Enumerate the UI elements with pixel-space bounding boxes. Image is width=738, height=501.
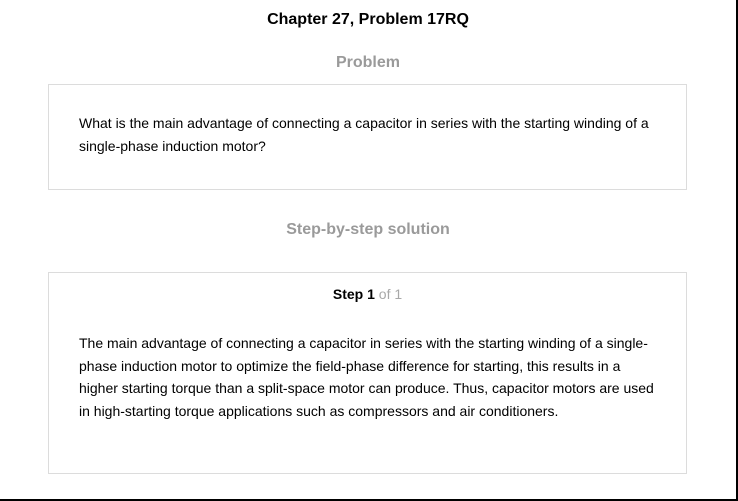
step-total: of 1 xyxy=(378,286,403,302)
problem-text: What is the main advantage of connecting… xyxy=(79,115,649,154)
step-word: Step xyxy=(332,286,364,302)
solution-heading: Step-by-step solution xyxy=(286,221,450,238)
page-title: Chapter 27, Problem 17RQ xyxy=(267,11,469,28)
solution-text: The main advantage of connecting a capac… xyxy=(79,335,654,419)
step-indicator: Step 1 of 1 xyxy=(49,286,686,302)
problem-heading: Problem xyxy=(335,54,400,71)
problem-card: What is the main advantage of connecting… xyxy=(48,84,687,190)
solution-card: Step 1 of 1 The main advantage of connec… xyxy=(48,272,687,474)
step-number: 1 xyxy=(367,286,375,302)
